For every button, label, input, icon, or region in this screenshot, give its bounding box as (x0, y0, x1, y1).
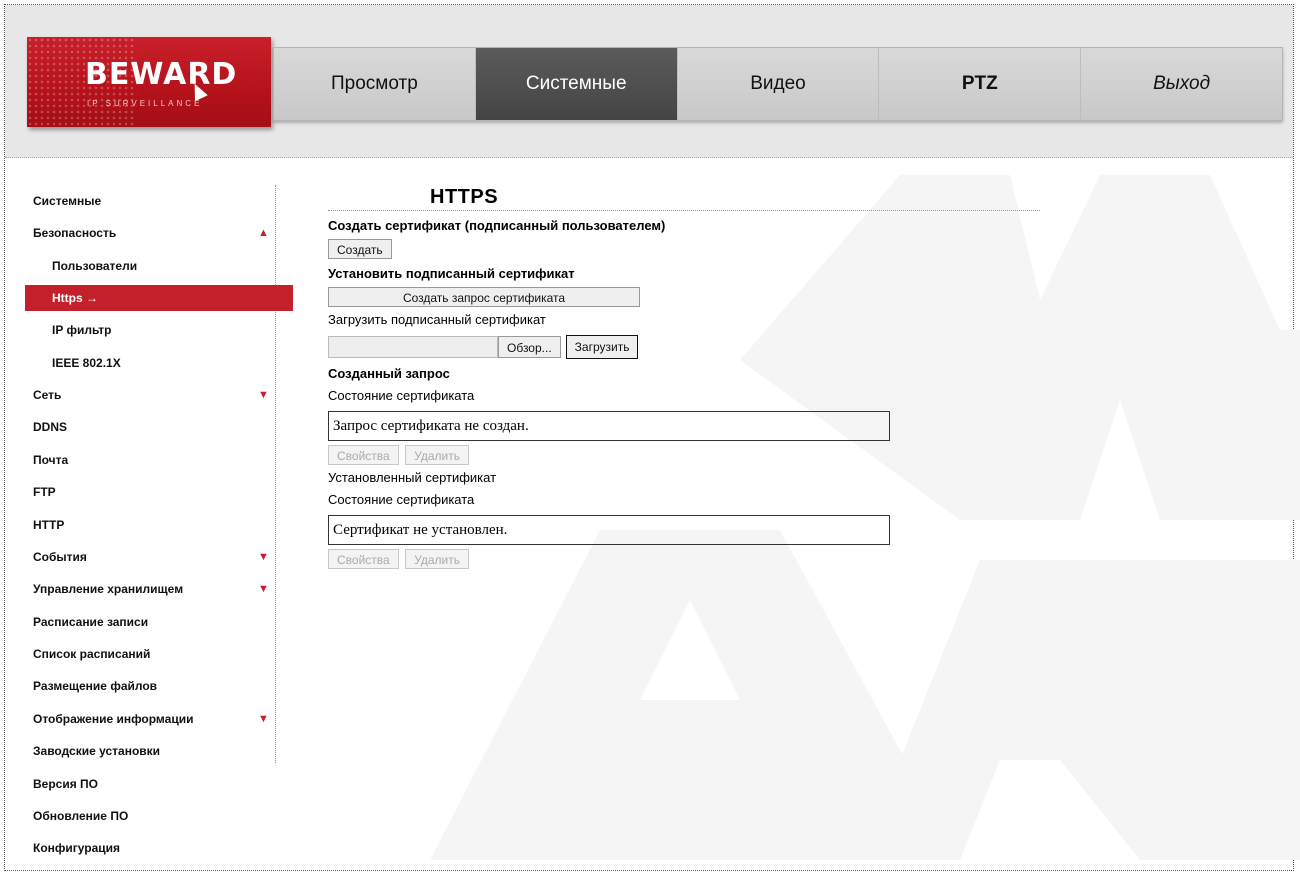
sidebar: Системные Безопасность ▲ Пользователи Htt… (5, 185, 293, 865)
installed-properties-button[interactable]: Свойства (328, 549, 399, 569)
sidebar-item-ddns[interactable]: DDNS (5, 411, 277, 443)
self-signed-heading: Создать сертификат (подписанный пользова… (328, 218, 666, 233)
page-title: HTTPS (328, 184, 1040, 211)
tab-logout[interactable]: Выход (1081, 48, 1282, 120)
created-request-heading: Созданный запрос (328, 366, 450, 381)
tab-ptz[interactable]: PTZ (879, 48, 1082, 120)
sidebar-item-label: Список расписаний (33, 647, 151, 662)
installed-status-label: Состояние сертификата (328, 492, 475, 507)
logo-brand: BEWARD (85, 57, 238, 92)
sidebar-item-label: IEEE 802.1X (52, 355, 121, 370)
request-properties-button[interactable]: Свойства (328, 445, 399, 465)
main-content: HTTPS Создать сертификат (подписанный по… (328, 184, 1048, 569)
signed-heading: Установить подписанный сертификат (328, 266, 575, 281)
sidebar-item-label: HTTP (33, 517, 65, 532)
sidebar-item-label: IP фильтр (52, 323, 112, 338)
beward-logo[interactable]: BEWARD IP SURVEILLANCE (27, 37, 271, 127)
sidebar-item-label: Конфигурация (33, 841, 121, 856)
sidebar-item-security[interactable]: Безопасность ▲ (5, 217, 277, 249)
request-status-label: Состояние сертификата (328, 388, 475, 403)
sidebar-item-label: DDNS (33, 420, 68, 435)
sidebar-item-label: Сеть (33, 387, 62, 402)
installed-delete-button[interactable]: Удалить (405, 549, 469, 569)
tab-video[interactable]: Видео (678, 48, 880, 120)
sidebar-item-label: Системные (33, 194, 102, 208)
top-nav: Просмотр Системные Видео PTZ Выход (273, 47, 1283, 121)
sidebar-item-file-placement[interactable]: Размещение файлов (5, 670, 277, 702)
sidebar-item-system[interactable]: Системные (5, 185, 277, 217)
sidebar-item-http[interactable]: HTTP (5, 509, 277, 541)
file-path-input[interactable] (328, 336, 498, 358)
expand-arrow-icon[interactable]: ▼ (258, 379, 269, 411)
request-status-value: Запрос сертификата не создан. (328, 411, 890, 441)
sidebar-item-label: Расписание записи (33, 614, 149, 629)
sidebar-item-ip-filter[interactable]: IP фильтр (5, 314, 277, 346)
expand-arrow-icon[interactable]: ▼ (258, 573, 269, 605)
sidebar-item-label: Заводские установки (33, 744, 161, 759)
sidebar-item-label: События (33, 549, 87, 564)
sidebar-item-label: Отображение информации (33, 711, 194, 726)
sidebar-item-network[interactable]: Сеть ▼ (5, 379, 277, 411)
sidebar-item-users[interactable]: Пользователи (5, 250, 277, 282)
sidebar-item-ftp[interactable]: FTP (5, 476, 277, 508)
sidebar-item-firmware-version[interactable]: Версия ПО (5, 768, 277, 800)
request-delete-button[interactable]: Удалить (405, 445, 469, 465)
collapse-arrow-icon[interactable]: ▲ (258, 217, 269, 249)
expand-arrow-icon[interactable]: ▼ (258, 541, 269, 573)
sidebar-item-label: Обновление ПО (33, 809, 129, 824)
sidebar-item-label: Безопасность (33, 226, 117, 241)
sidebar-item-factory-defaults[interactable]: Заводские установки (5, 735, 277, 767)
sidebar-item-ieee[interactable]: IEEE 802.1X (5, 347, 277, 379)
sidebar-item-label: Пользователи (52, 258, 138, 273)
sidebar-item-label: Управление хранилищем (33, 582, 184, 597)
sidebar-item-label: Почта (33, 452, 69, 467)
installed-heading: Установленный сертификат (328, 470, 497, 485)
header-bar: BEWARD IP SURVEILLANCE Просмотр Системны… (5, 5, 1293, 158)
sidebar-item-label: Размещение файлов (33, 679, 158, 694)
sidebar-item-label: Https → (52, 291, 98, 306)
sidebar-item-record-schedule[interactable]: Расписание записи (5, 606, 277, 638)
sidebar-item-label: Версия ПО (33, 776, 99, 791)
sidebar-item-configuration[interactable]: Конфигурация (5, 832, 277, 864)
expand-arrow-icon[interactable]: ▼ (258, 703, 269, 735)
sidebar-item-firmware-update[interactable]: Обновление ПО (5, 800, 277, 832)
sidebar-item-storage[interactable]: Управление хранилищем ▼ (5, 573, 277, 605)
sidebar-item-label: FTP (33, 485, 56, 500)
installed-status-value: Сертификат не установлен. (328, 515, 890, 545)
sidebar-item-mail[interactable]: Почта (5, 444, 277, 476)
logo-tagline: IP SURVEILLANCE (87, 99, 203, 108)
browse-button[interactable]: Обзор... (498, 336, 561, 358)
tab-view[interactable]: Просмотр (274, 48, 476, 120)
sidebar-item-display-info[interactable]: Отображение информации ▼ (5, 703, 277, 735)
upload-button[interactable]: Загрузить (565, 335, 639, 359)
sidebar-item-https[interactable]: Https → (25, 285, 293, 312)
upload-label: Загрузить подписанный сертификат (328, 312, 546, 327)
create-certificate-button[interactable]: Создать (328, 239, 392, 259)
sidebar-item-schedule-list[interactable]: Список расписаний (5, 638, 277, 670)
sidebar-item-events[interactable]: События ▼ (5, 541, 277, 573)
create-request-button[interactable]: Создать запрос сертификата (328, 287, 640, 307)
tab-system[interactable]: Системные (475, 48, 678, 120)
